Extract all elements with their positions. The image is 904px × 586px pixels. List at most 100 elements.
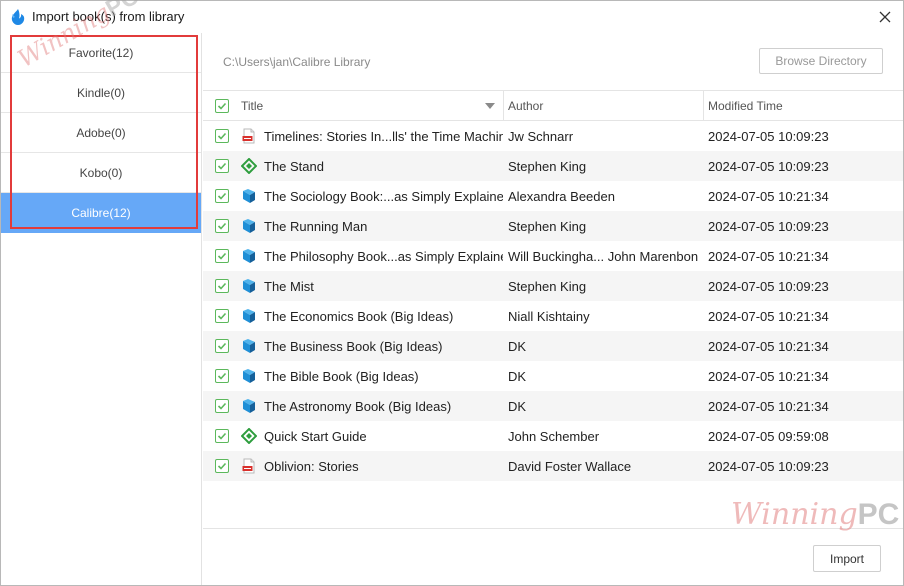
close-button[interactable] (871, 3, 899, 31)
book-author: Niall Kishtainy (508, 308, 590, 324)
book-author: Stephen King (508, 158, 587, 174)
sidebar-item-favorite[interactable]: Favorite(12) (1, 33, 201, 73)
book-title-cell: The Economics Book (Big Ideas) (241, 308, 503, 324)
sort-down-icon[interactable] (485, 102, 495, 109)
column-divider[interactable] (503, 91, 504, 121)
sidebar-item-calibre[interactable]: Calibre(12) (1, 193, 201, 233)
library-path: C:\Users\jan\Calibre Library (223, 55, 371, 69)
table-row[interactable]: The Sociology Book:...as Simply Explaine… (203, 181, 903, 211)
book-title-cell: The Business Book (Big Ideas) (241, 338, 503, 354)
row-check-cell (203, 339, 241, 353)
row-checkbox[interactable] (215, 399, 229, 413)
check-icon (217, 432, 227, 440)
ebook-icon (241, 218, 264, 234)
path-bar: C:\Users\jan\Calibre Library Browse Dire… (203, 33, 903, 91)
book-title: The Astronomy Book (Big Ideas) (264, 398, 452, 414)
check-icon (217, 132, 227, 140)
row-check-cell (203, 369, 241, 383)
row-checkbox[interactable] (215, 339, 229, 353)
table-row[interactable]: Quick Start Guide John Schember 2024-07-05… (203, 421, 903, 451)
check-icon (217, 102, 227, 110)
book-author: Stephen King (508, 218, 587, 234)
table-row[interactable]: The Business Book (Big Ideas) DK 2024-07-0… (203, 331, 903, 361)
ebook-icon (241, 278, 264, 294)
epub-icon (241, 158, 264, 174)
book-modified-time: 2024-07-05 10:09:23 (708, 158, 829, 174)
row-checkbox[interactable] (215, 309, 229, 323)
table-row[interactable]: The Economics Book (Big Ideas) Niall Kish… (203, 301, 903, 331)
window-title: Import book(s) from library (32, 9, 185, 24)
sidebar-item-kindle[interactable]: Kindle(0) (1, 73, 201, 113)
row-checkbox[interactable] (215, 279, 229, 293)
check-icon (217, 462, 227, 470)
row-checkbox[interactable] (215, 369, 229, 383)
row-check-cell (203, 249, 241, 263)
row-checkbox[interactable] (215, 129, 229, 143)
book-modified-time: 2024-07-05 10:09:23 (708, 458, 829, 474)
book-modified-time: 2024-07-05 10:21:34 (708, 188, 829, 204)
row-check-cell (203, 129, 241, 143)
book-title-cell: The Stand (241, 158, 503, 174)
table-row[interactable]: The Stand Stephen King 2024-07-05 10:09:23 (203, 151, 903, 181)
check-icon (217, 252, 227, 260)
book-modified-time: 2024-07-05 10:21:34 (708, 398, 829, 414)
book-title-cell: The Mist (241, 278, 503, 294)
book-modified-time: 2024-07-05 10:09:23 (708, 128, 829, 144)
import-dialog: Import book(s) from library Favorite(12)… (0, 0, 904, 586)
book-author: Will Buckingha... John Marenbon (508, 248, 699, 264)
app-logo-icon (11, 9, 25, 25)
book-title: The Philosophy Book...as Simply Explaine… (264, 248, 503, 264)
book-author: Jw Schnarr (508, 128, 574, 144)
epub-icon (241, 428, 264, 444)
column-author-label: Author (508, 98, 544, 113)
table-row[interactable]: Timelines: Stories In...lls' the Time Ma… (203, 121, 903, 151)
row-checkbox[interactable] (215, 189, 229, 203)
select-all-cell (203, 98, 241, 113)
sidebar-item-adobe[interactable]: Adobe(0) (1, 113, 201, 153)
row-check-cell (203, 189, 241, 203)
row-check-cell (203, 459, 241, 473)
column-modified-header[interactable]: Modified Time (703, 91, 903, 121)
table-row[interactable]: The Bible Book (Big Ideas) DK 2024-07-05 1… (203, 361, 903, 391)
dialog-footer: Import (203, 528, 903, 585)
browse-directory-button[interactable]: Browse Directory (759, 48, 883, 74)
column-divider[interactable] (703, 91, 704, 121)
table-row[interactable]: The Astronomy Book (Big Ideas) DK 2024-07-… (203, 391, 903, 421)
book-modified-time: 2024-07-05 09:59:08 (708, 428, 829, 444)
ebook-icon (241, 338, 264, 354)
pdf-icon (241, 128, 264, 144)
row-checkbox[interactable] (215, 159, 229, 173)
ebook-icon (241, 248, 264, 264)
check-icon (217, 342, 227, 350)
table-row[interactable]: Oblivion: Stories David Foster Wallace 202… (203, 451, 903, 481)
row-check-cell (203, 219, 241, 233)
column-author-header[interactable]: Author (503, 91, 703, 121)
book-title: The Stand (264, 158, 324, 174)
check-icon (217, 312, 227, 320)
import-button[interactable]: Import (813, 545, 881, 572)
book-title-cell: The Running Man (241, 218, 503, 234)
book-author: Alexandra Beeden (508, 188, 615, 204)
book-title: The Bible Book (Big Ideas) (264, 368, 419, 384)
row-checkbox[interactable] (215, 219, 229, 233)
book-modified-time: 2024-07-05 10:09:23 (708, 278, 829, 294)
book-title: Quick Start Guide (264, 428, 367, 444)
row-checkbox[interactable] (215, 459, 229, 473)
select-all-checkbox[interactable] (215, 98, 229, 113)
book-modified-time: 2024-07-05 10:21:34 (708, 368, 829, 384)
library-sidebar: Favorite(12) Kindle(0) Adobe(0) Kobo(0) … (1, 33, 202, 585)
table-row[interactable]: The Mist Stephen King 2024-07-05 10:09:23 (203, 271, 903, 301)
row-checkbox[interactable] (215, 249, 229, 263)
book-modified-time: 2024-07-05 10:21:34 (708, 248, 829, 264)
row-checkbox[interactable] (215, 429, 229, 443)
book-author: DK (508, 368, 527, 384)
table-row[interactable]: The Philosophy Book...as Simply Explaine… (203, 241, 903, 271)
column-title-header[interactable]: Title (241, 99, 503, 113)
book-author: DK (508, 398, 527, 414)
book-author: David Foster Wallace (508, 458, 632, 474)
table-row[interactable]: The Running Man Stephen King 2024-07-05 10… (203, 211, 903, 241)
title-bar: Import book(s) from library (1, 1, 903, 33)
ebook-icon (241, 188, 264, 204)
sidebar-item-kobo[interactable]: Kobo(0) (1, 153, 201, 193)
column-modified-label: Modified Time (708, 98, 783, 113)
